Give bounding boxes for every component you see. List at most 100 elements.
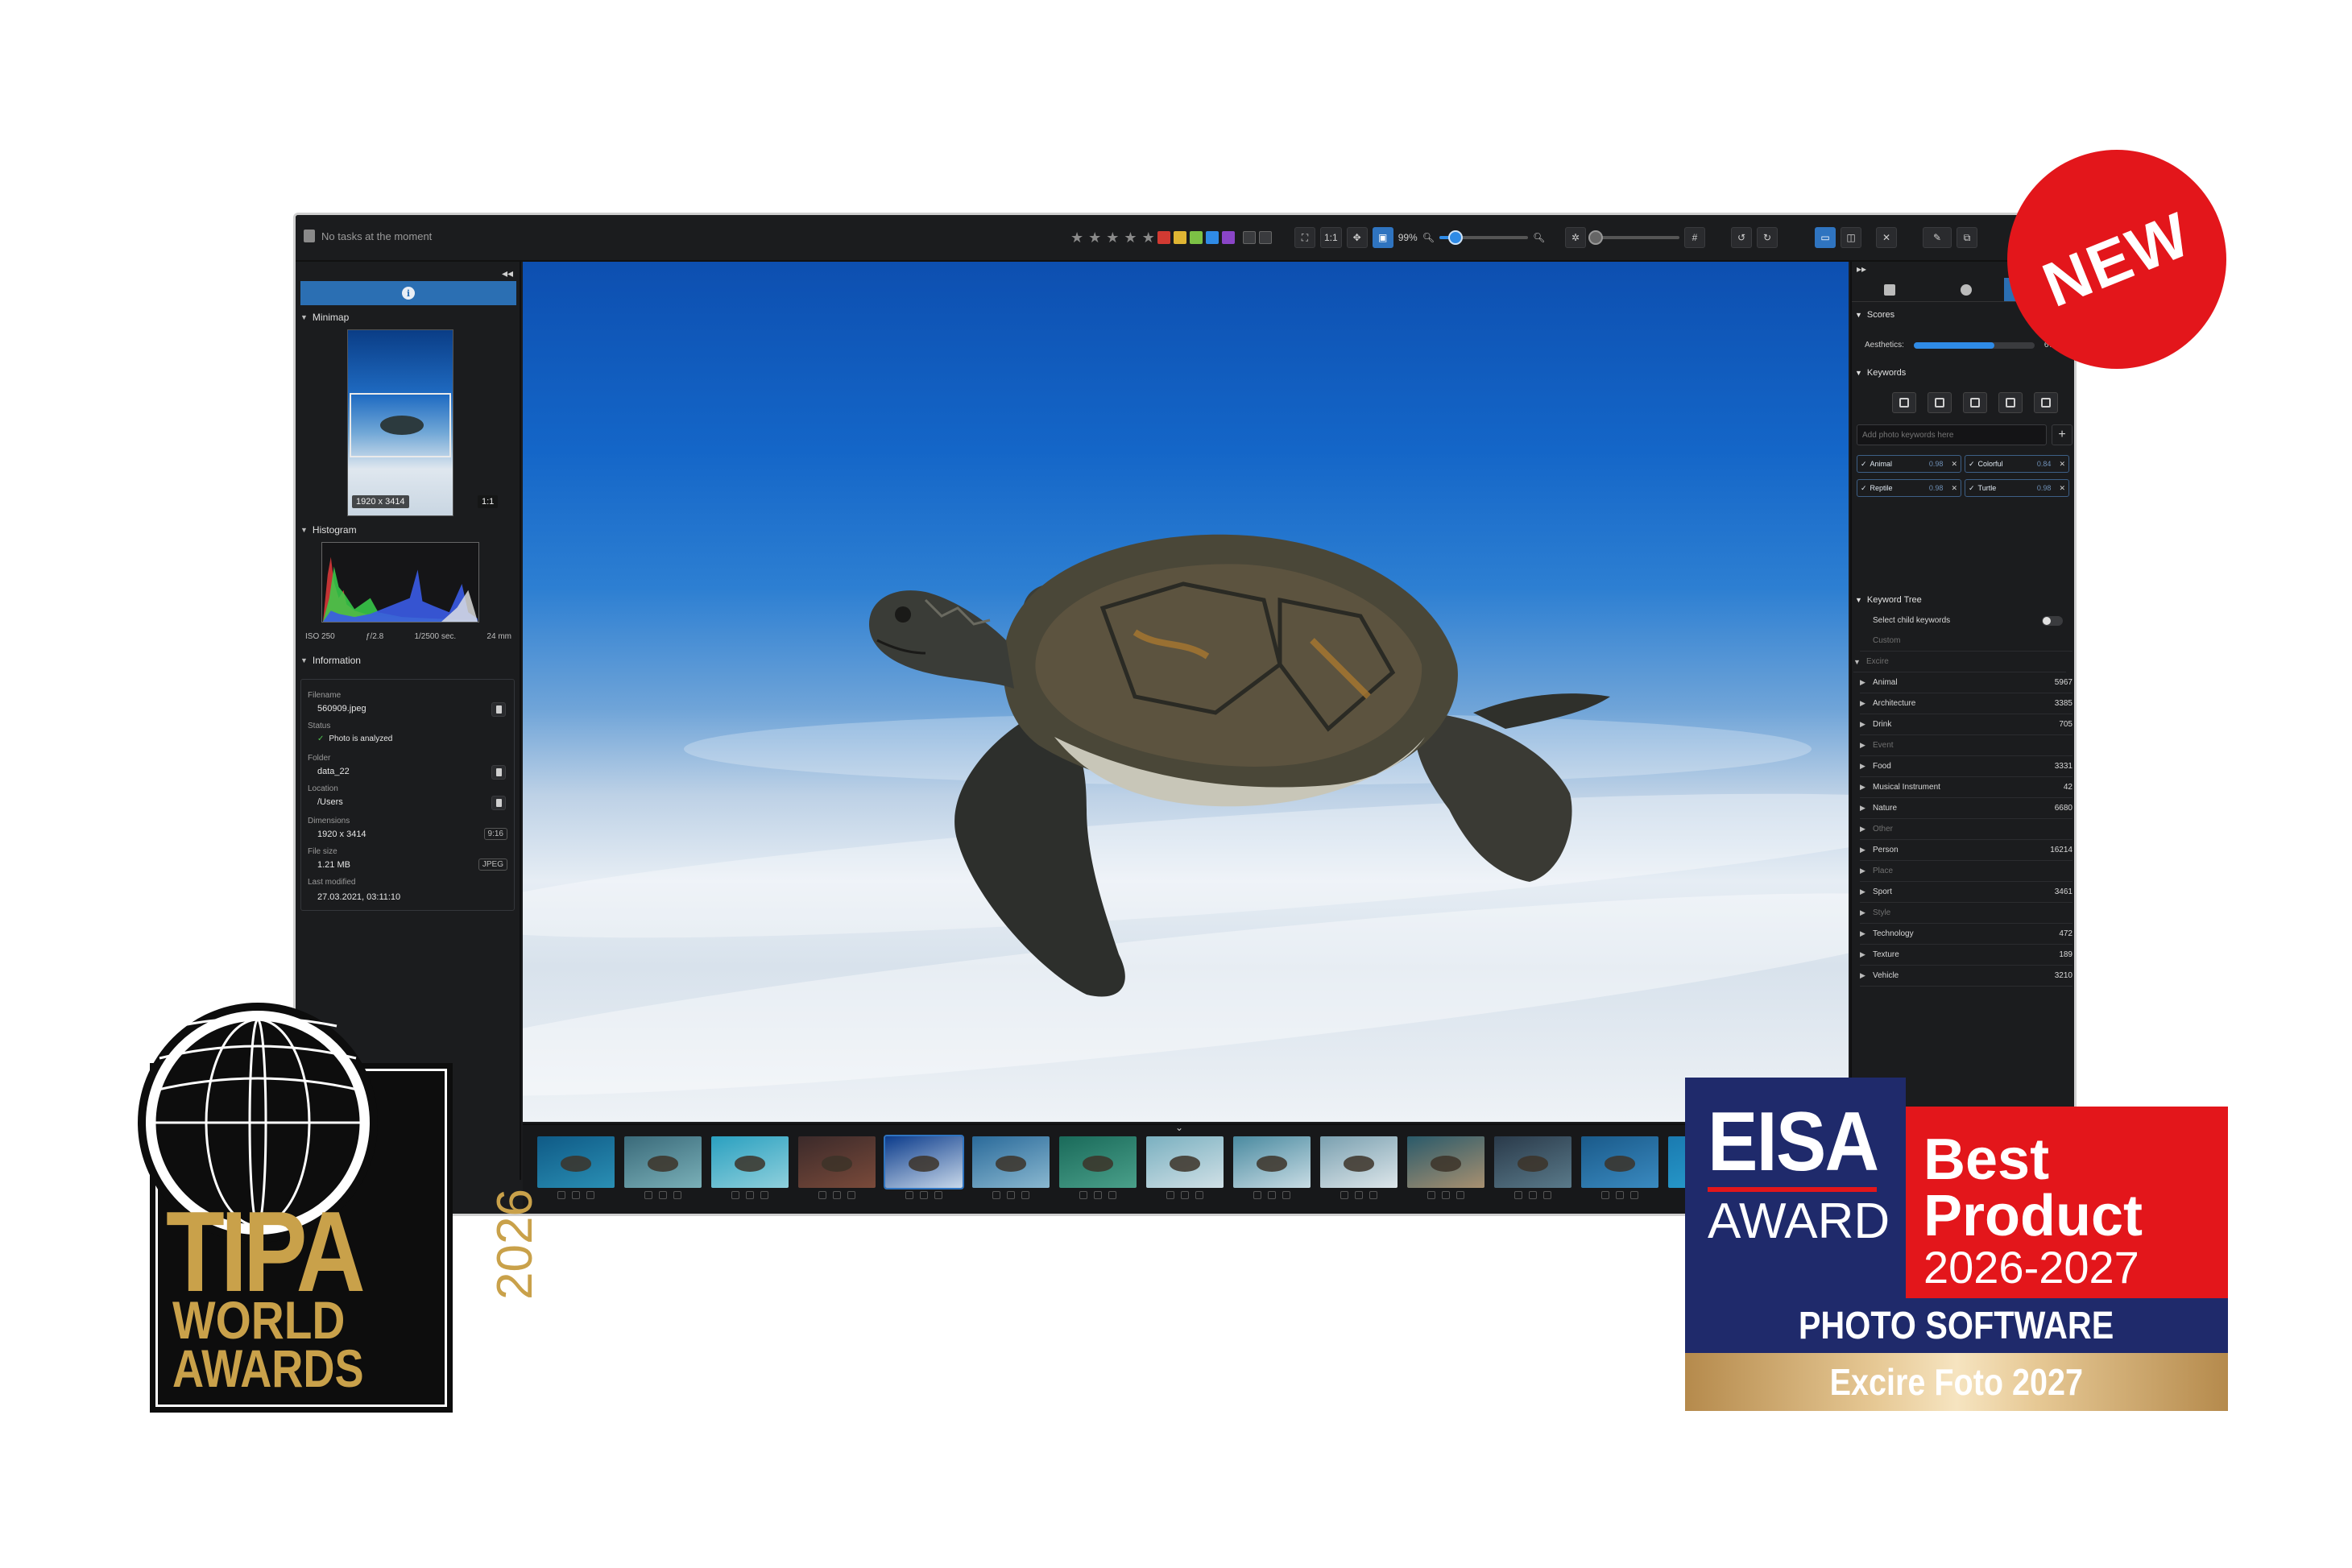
import-keyword-button[interactable] — [1998, 392, 2023, 413]
thumbnail-action-icon[interactable] — [659, 1191, 667, 1199]
information-header[interactable]: ▼ Information — [300, 655, 361, 666]
color-label-green[interactable] — [1190, 231, 1203, 244]
export-keyword-button[interactable] — [2034, 392, 2058, 413]
minimap-viewport-frame[interactable] — [350, 393, 451, 457]
thumbnail-action-icon[interactable] — [992, 1191, 1000, 1199]
filmstrip-thumbnail[interactable] — [1407, 1136, 1484, 1188]
expand-arrow-icon[interactable]: ▶ — [1860, 929, 1873, 938]
fit-button[interactable]: ▣ — [1372, 227, 1393, 248]
star-icon[interactable]: ★ — [1142, 230, 1155, 246]
keywords-header[interactable]: ▼ Keywords — [1855, 368, 1906, 378]
thumbnail-action-icon[interactable] — [1195, 1191, 1203, 1199]
keyword-tree-item[interactable]: ▶ Nature 6680 — [1860, 798, 2072, 819]
expand-arrow-icon[interactable]: ▶ — [1860, 887, 1873, 896]
thumbnail-action-icon[interactable] — [1616, 1191, 1624, 1199]
thumbnail-action-icon[interactable] — [1094, 1191, 1102, 1199]
expand-arrow-icon[interactable]: ▶ — [1860, 804, 1873, 813]
tab-people[interactable] — [1928, 278, 2005, 302]
thumbnail-action-icon[interactable] — [1253, 1191, 1261, 1199]
keyword-tree-item[interactable]: ▶ Technology 472 — [1860, 924, 2072, 945]
expand-arrow-icon[interactable]: ▶ — [1860, 783, 1873, 792]
zoom-slider[interactable] — [1439, 230, 1528, 245]
keyword-tree-item[interactable]: ▶ Person 16214 — [1860, 840, 2072, 861]
focus-icon[interactable]: ✲ — [1565, 227, 1586, 248]
expand-arrow-icon[interactable]: ▶ — [1860, 762, 1873, 771]
thumbnail-action-icon[interactable] — [746, 1191, 754, 1199]
expand-arrow-icon[interactable]: ▶ — [1860, 950, 1873, 959]
thumbnail-action-icon[interactable] — [833, 1191, 841, 1199]
keyword-chip[interactable]: ✓ Animal 0.98 ✕ — [1857, 455, 1961, 473]
expand-arrow-icon[interactable]: ▶ — [1860, 678, 1873, 687]
thumbnail-action-icon[interactable] — [586, 1191, 594, 1199]
color-label-blue[interactable] — [1206, 231, 1219, 244]
keyword-tree-item[interactable]: ▶ Event — [1860, 735, 2072, 756]
thumbnail-action-icon[interactable] — [1181, 1191, 1189, 1199]
thumbnail-action-icon[interactable] — [1529, 1191, 1537, 1199]
single-view-button[interactable]: ▭ — [1815, 227, 1836, 248]
thumbnail-action-icon[interactable] — [934, 1191, 942, 1199]
thumbnail-action-icon[interactable] — [1355, 1191, 1363, 1199]
thumbnail-action-icon[interactable] — [1079, 1191, 1087, 1199]
expand-arrow-icon[interactable]: ▶ — [1860, 741, 1873, 750]
thumbnail-action-icon[interactable] — [1021, 1191, 1029, 1199]
edit-metadata-icon[interactable]: ✎ — [1923, 227, 1952, 248]
fill-button[interactable]: ✥ — [1346, 227, 1368, 248]
thumbnail-action-icon[interactable] — [905, 1191, 913, 1199]
reject-flag-icon[interactable] — [1259, 231, 1272, 244]
keyword-tree-item[interactable]: ▶ Vehicle 3210 — [1860, 966, 2072, 987]
keyword-tree-item[interactable]: ▶ Drink 705 — [1860, 714, 2072, 735]
keyword-tree-item[interactable]: ▶ Style — [1860, 903, 2072, 924]
thumbnail-action-icon[interactable] — [572, 1191, 580, 1199]
star-icon[interactable]: ★ — [1088, 230, 1101, 246]
thumbnail-action-icon[interactable] — [1108, 1191, 1116, 1199]
thumbnail-action-icon[interactable] — [1268, 1191, 1276, 1199]
select-child-toggle[interactable] — [2042, 616, 2063, 626]
filmstrip-thumbnail[interactable] — [537, 1136, 615, 1188]
expand-arrow-icon[interactable]: ▶ — [1860, 971, 1873, 980]
filmstrip-thumbnail[interactable] — [884, 1135, 964, 1189]
thumbnail-action-icon[interactable] — [644, 1191, 652, 1199]
remove-chip-icon[interactable]: ✕ — [1951, 484, 1957, 493]
compare-view-button[interactable]: ◫ — [1841, 227, 1861, 248]
select-keyword-button[interactable] — [1928, 392, 1952, 413]
thumbnail-action-icon[interactable] — [1282, 1191, 1290, 1199]
color-label-yellow[interactable] — [1174, 231, 1186, 244]
zoom-ratio-button[interactable]: 1:1 — [1320, 227, 1342, 248]
filmstrip-thumbnail[interactable] — [1059, 1136, 1137, 1188]
thumbnail-action-icon[interactable] — [1601, 1191, 1609, 1199]
thumbnail-action-icon[interactable] — [1442, 1191, 1450, 1199]
filmstrip-thumbnail[interactable] — [1320, 1136, 1398, 1188]
auto-keyword-button[interactable] — [1892, 392, 1916, 413]
rating-stars[interactable]: ★ ★ ★ ★ ★ — [1070, 225, 1155, 250]
duplicate-icon[interactable]: ⧉ — [1957, 227, 1977, 248]
expand-arrow-icon[interactable]: ▶ — [1860, 908, 1873, 917]
keyword-tree-item[interactable]: ▶ Animal 5967 — [1860, 672, 2072, 693]
add-keyword-button[interactable]: + — [2052, 424, 2072, 445]
remove-keyword-button[interactable] — [1963, 392, 1987, 413]
thumbnail-action-icon[interactable] — [760, 1191, 768, 1199]
keyword-tree-header[interactable]: ▼ Keyword Tree — [1855, 595, 1922, 605]
filmstrip-thumbnail[interactable] — [1581, 1136, 1658, 1188]
filmstrip-thumbnail[interactable] — [972, 1136, 1050, 1188]
expand-arrow-icon[interactable]: ▶ — [1860, 846, 1873, 854]
color-labels[interactable] — [1157, 225, 1272, 250]
custom-row[interactable]: Custom — [1860, 631, 2072, 652]
excire-root-row[interactable]: ▼ Excire — [1853, 652, 2066, 672]
tab-info[interactable]: i — [300, 281, 516, 305]
keyword-chip[interactable]: ✓ Colorful 0.84 ✕ — [1965, 455, 2069, 473]
thumbnail-action-icon[interactable] — [1543, 1191, 1551, 1199]
copy-icon[interactable] — [491, 702, 506, 717]
remove-chip-icon[interactable]: ✕ — [2059, 484, 2065, 493]
color-label-red[interactable] — [1157, 231, 1170, 244]
expand-arrow-icon[interactable]: ▶ — [1860, 825, 1873, 834]
thumbnail-action-icon[interactable] — [1514, 1191, 1522, 1199]
compare-slider-knob[interactable] — [1588, 230, 1603, 245]
compare-slider[interactable] — [1588, 230, 1679, 245]
collapse-right-icon[interactable]: ▸▸ — [1857, 263, 1866, 275]
copy-icon[interactable] — [491, 765, 506, 780]
histogram-header[interactable]: ▼ Histogram — [300, 524, 357, 536]
expand-arrow-icon[interactable]: ▶ — [1860, 699, 1873, 708]
zoom-slider-knob[interactable] — [1447, 230, 1463, 245]
grid-icon[interactable]: # — [1684, 227, 1705, 248]
filmstrip-thumbnail[interactable] — [1146, 1136, 1224, 1188]
